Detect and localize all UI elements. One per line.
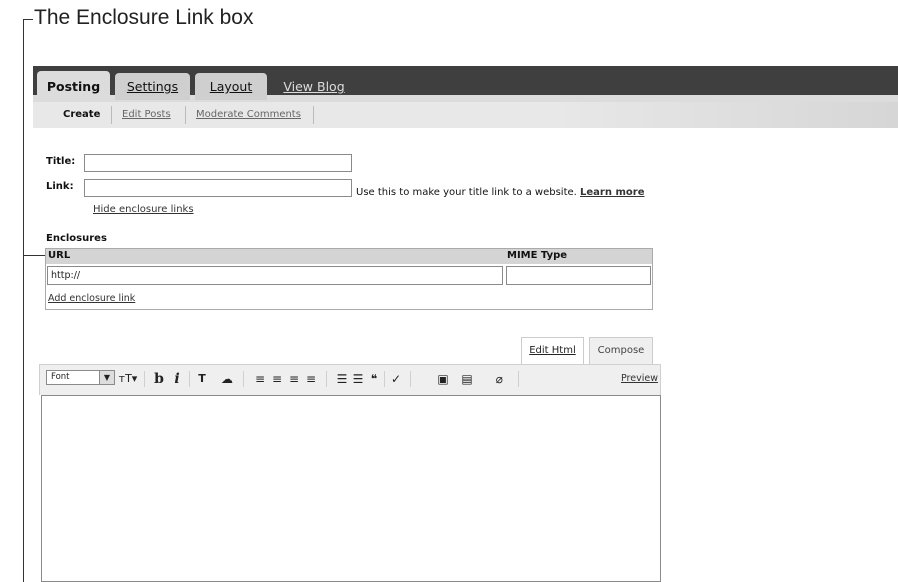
tab-edit-html[interactable]: Edit Html xyxy=(521,337,584,364)
toolbar-divider xyxy=(189,371,190,387)
font-select[interactable]: Font ▼ xyxy=(46,370,115,385)
title-label: Title: xyxy=(46,156,76,167)
post-body-editor[interactable] xyxy=(41,395,661,582)
tab-posting[interactable]: Posting xyxy=(37,71,110,102)
subtab-divider xyxy=(313,106,314,124)
image-icon[interactable]: ▣ xyxy=(435,370,451,388)
preview-link[interactable]: Preview xyxy=(621,373,658,384)
clear-formatting-icon[interactable]: ⌀ xyxy=(492,370,506,388)
link-hint: Use this to make your title link to a we… xyxy=(356,187,644,198)
toolbar-divider xyxy=(243,371,244,387)
callout-line-top xyxy=(23,19,33,20)
spellcheck-icon[interactable]: ✓ xyxy=(389,370,403,388)
align-left-icon[interactable]: ≡ xyxy=(253,370,267,388)
callout-line-vertical xyxy=(23,19,24,582)
callout-pointer-line xyxy=(23,255,45,256)
align-center-icon[interactable]: ≡ xyxy=(270,370,284,388)
learn-more-link[interactable]: Learn more xyxy=(580,187,644,198)
callout-label: The Enclosure Link box xyxy=(34,6,254,29)
bulleted-list-icon[interactable]: ☰ xyxy=(351,370,365,388)
title-input[interactable] xyxy=(84,154,352,172)
numbered-list-icon[interactable]: ☰ xyxy=(335,370,349,388)
video-icon[interactable]: ▤ xyxy=(460,370,474,388)
subtab-divider xyxy=(111,106,112,124)
tab-view-blog[interactable]: View Blog xyxy=(274,73,354,100)
link-label: Link: xyxy=(46,181,74,192)
font-select-value: Font xyxy=(51,372,70,382)
subtab-edit-posts[interactable]: Edit Posts xyxy=(122,102,171,128)
toolbar-divider xyxy=(410,371,411,387)
toolbar-divider xyxy=(326,371,327,387)
tab-layout[interactable]: Layout xyxy=(195,73,267,100)
subtab-moderate-comments[interactable]: Moderate Comments xyxy=(196,102,301,128)
toolbar-divider xyxy=(518,371,519,387)
subtab-create[interactable]: Create xyxy=(63,102,100,128)
enclosure-mime-input[interactable] xyxy=(506,266,651,285)
subtab-divider xyxy=(185,106,186,124)
toolbar-divider xyxy=(384,371,385,387)
tab-compose[interactable]: Compose xyxy=(589,337,653,364)
url-column-header: URL xyxy=(48,250,71,261)
enclosures-heading: Enclosures xyxy=(46,233,107,244)
justify-icon[interactable]: ≡ xyxy=(304,370,318,388)
align-right-icon[interactable]: ≡ xyxy=(287,370,301,388)
enclosure-url-input[interactable] xyxy=(47,266,503,285)
bold-icon[interactable]: b xyxy=(152,370,166,388)
italic-icon[interactable]: i xyxy=(171,370,183,388)
hide-enclosure-links[interactable]: Hide enclosure links xyxy=(93,204,194,215)
toolbar-divider xyxy=(144,371,145,387)
blockquote-icon[interactable]: ❝ xyxy=(367,370,381,388)
chevron-down-icon: ▼ xyxy=(99,371,114,384)
mime-column-header: MIME Type xyxy=(507,250,568,261)
tab-settings[interactable]: Settings xyxy=(115,73,190,100)
text-color-icon[interactable]: T xyxy=(195,370,209,388)
link-hint-text: Use this to make your title link to a we… xyxy=(356,187,577,198)
link-input[interactable] xyxy=(84,179,352,197)
add-enclosure-link[interactable]: Add enclosure link xyxy=(48,293,135,304)
font-size-icon[interactable]: тT▾ xyxy=(116,370,140,388)
link-icon[interactable]: ☁ xyxy=(219,370,235,388)
